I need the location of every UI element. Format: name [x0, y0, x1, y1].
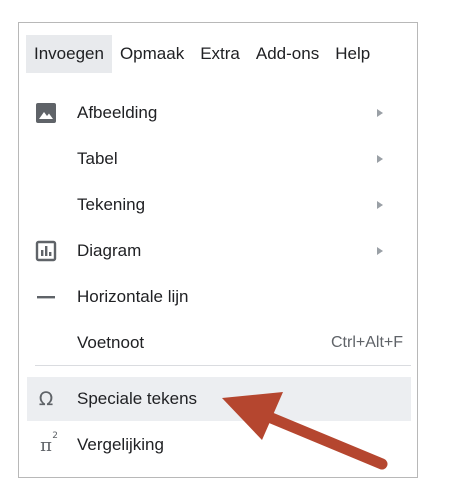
- menu-bar: Invoegen Opmaak Extra Add-ons Help: [19, 23, 417, 73]
- image-icon: [33, 100, 59, 126]
- menu-item-horizontale-lijn[interactable]: Horizontale lijn: [27, 275, 411, 319]
- menu-item-speciale-tekens[interactable]: Ω Speciale tekens: [27, 377, 411, 421]
- menu-item-diagram[interactable]: Diagram: [27, 229, 411, 273]
- menu-item-tekening[interactable]: Tekening: [27, 183, 411, 227]
- menu-item-label: Voetnoot: [77, 333, 145, 352]
- chart-icon: [33, 238, 59, 264]
- menu-divider: [35, 365, 411, 366]
- shortcut-label: Ctrl+Alt+F: [330, 334, 403, 351]
- screenshot-frame: Invoegen Opmaak Extra Add-ons Help Afbee…: [18, 22, 418, 478]
- menu-item-voetnoot[interactable]: Voetnoot Ctrl+Alt+F: [27, 321, 411, 365]
- menu-item-label: Tabel: [77, 149, 118, 168]
- menu-add-ons[interactable]: Add-ons: [248, 35, 327, 73]
- menu-extra[interactable]: Extra: [192, 35, 248, 73]
- menu-item-vergelijking[interactable]: π2 Vergelijking: [27, 423, 411, 467]
- menu-opmaak[interactable]: Opmaak: [112, 35, 192, 73]
- menu-item-afbeelding[interactable]: Afbeelding: [27, 91, 411, 135]
- submenu-arrow-icon: [377, 109, 383, 117]
- menu-item-label: Tekening: [77, 195, 146, 214]
- horizontal-line-icon: [33, 284, 59, 310]
- menu-help[interactable]: Help: [327, 35, 378, 73]
- menu-item-label: Horizontale lijn: [77, 287, 189, 306]
- submenu-arrow-icon: [377, 247, 383, 255]
- menu-item-label: Diagram: [77, 241, 142, 260]
- insert-dropdown-menu: Afbeelding Tabel Tekening Diagram Horizo…: [27, 89, 417, 477]
- menu-item-label: Afbeelding: [77, 103, 158, 122]
- menu-item-label: Vergelijking: [77, 435, 164, 454]
- omega-icon: Ω: [38, 388, 54, 410]
- pi-squared-icon: π2: [40, 430, 58, 456]
- menu-item-label: Speciale tekens: [77, 389, 198, 408]
- submenu-arrow-icon: [377, 155, 383, 163]
- submenu-arrow-icon: [377, 201, 383, 209]
- menu-invoegen[interactable]: Invoegen: [26, 35, 112, 73]
- menu-item-tabel[interactable]: Tabel: [27, 137, 411, 181]
